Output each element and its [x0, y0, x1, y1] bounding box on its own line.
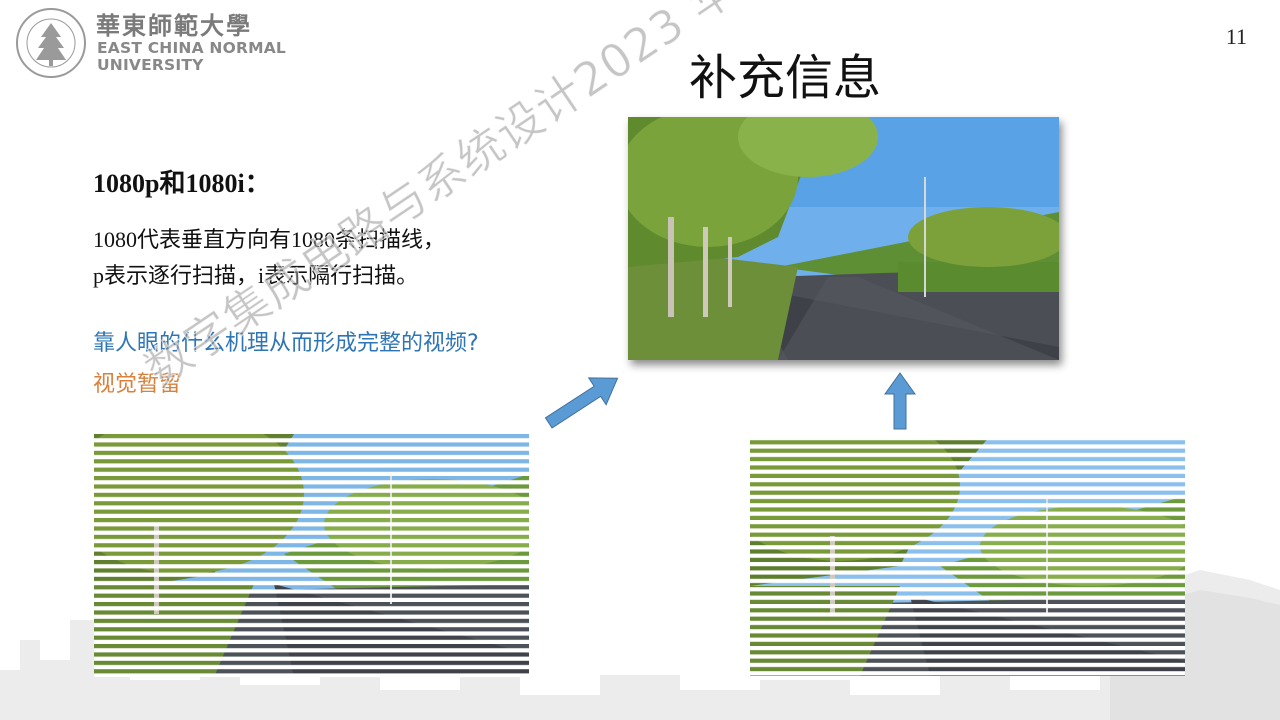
- university-chinese-name: 華東師範大學: [96, 11, 252, 40]
- body-text-line-1: 1080代表垂直方向有1080条扫描线，: [93, 227, 446, 252]
- answer-text: 视觉暂留: [93, 372, 182, 397]
- arrow-up-icon: [884, 372, 916, 430]
- university-logo-icon: [16, 8, 86, 78]
- road-photo-full: [628, 117, 1059, 360]
- body-text-line-2: p表示逐行扫描，i表示隔行扫描。: [93, 263, 419, 288]
- arrow-diagonal-icon: [544, 377, 619, 429]
- road-photo-even-lines: [750, 436, 1185, 676]
- university-english-name-line2: UNIVERSITY: [97, 56, 204, 74]
- slide-title: 补充信息: [688, 50, 881, 106]
- road-photo-odd-lines: [94, 434, 529, 677]
- question-text: 靠人眼的什么机理从而形成完整的视频?: [93, 331, 479, 356]
- university-english-name-line1: EAST CHINA NORMAL: [97, 39, 286, 57]
- section-heading: 1080p和1080i：: [93, 169, 271, 198]
- page-number: 11: [1225, 24, 1247, 49]
